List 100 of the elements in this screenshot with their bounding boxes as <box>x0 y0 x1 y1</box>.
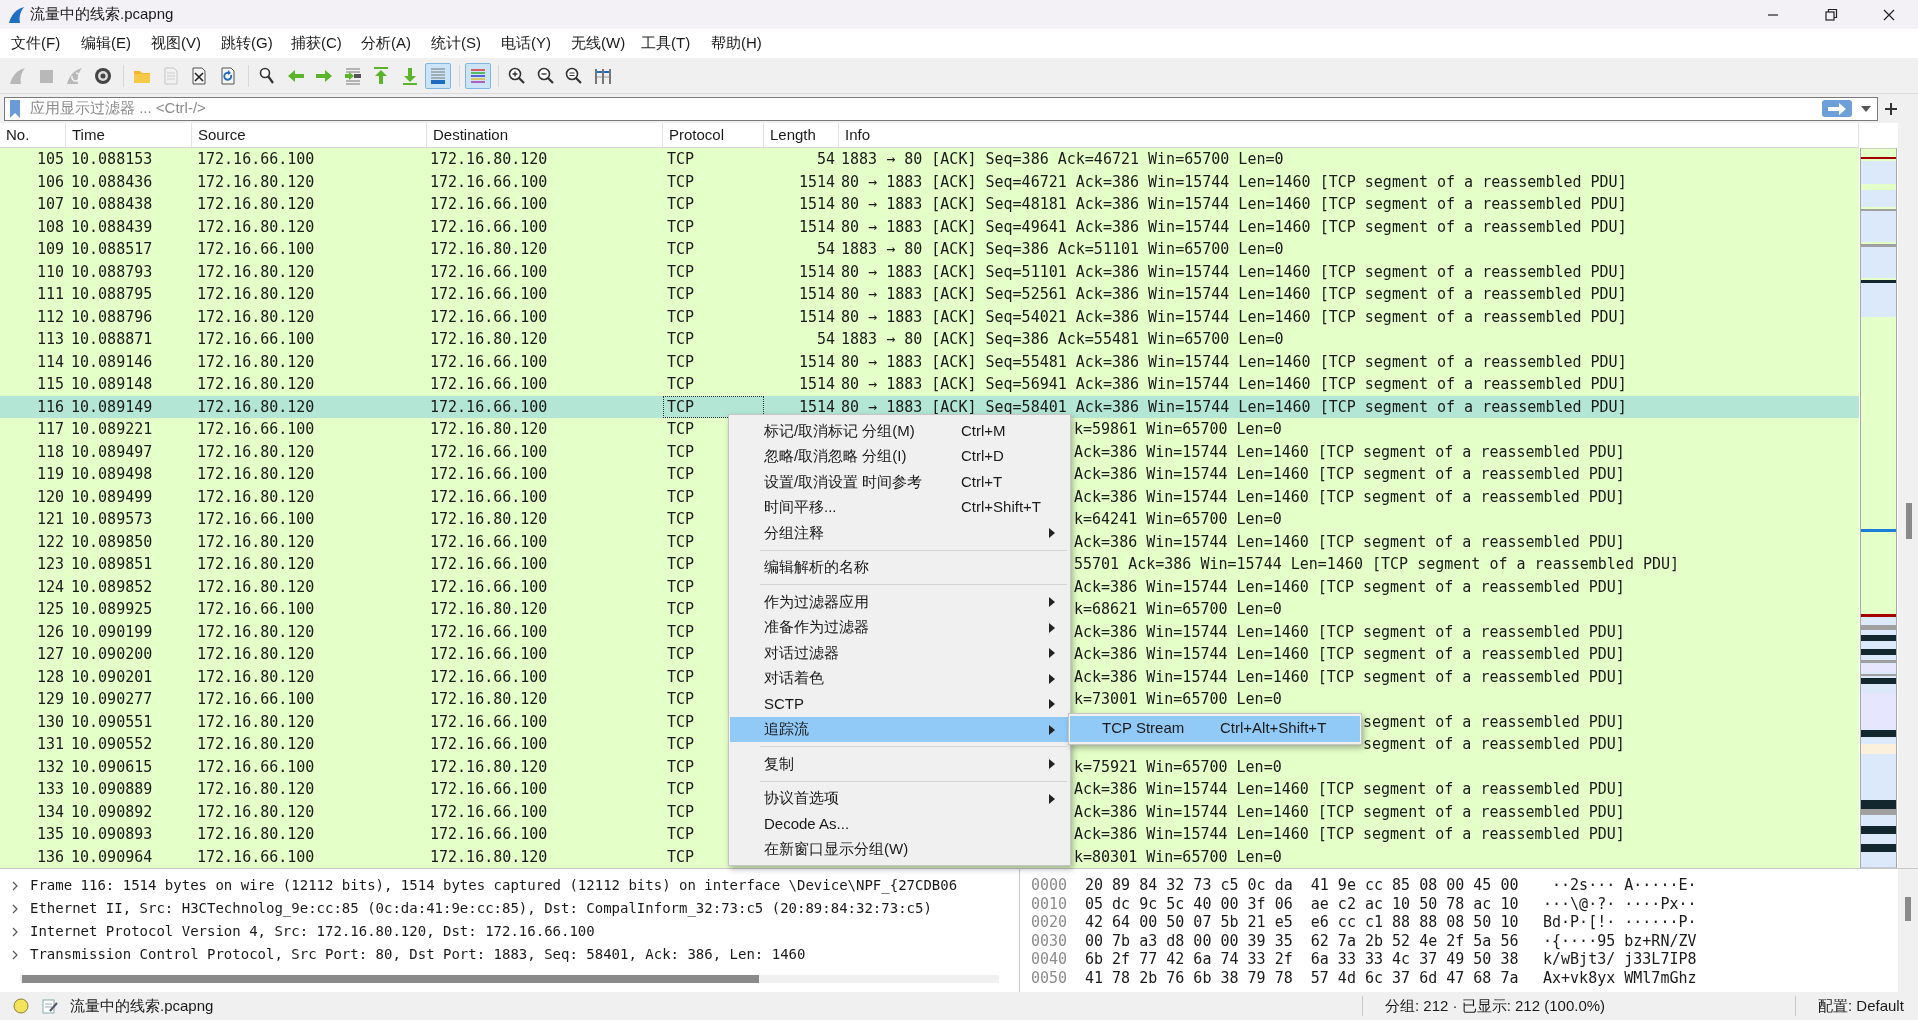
shortcut-label: Ctrl+M <box>961 420 1006 441</box>
shortcut-label: Ctrl+Alt+Shift+T <box>1220 718 1327 739</box>
table-cell-text: 10.090200 <box>70 644 154 665</box>
table-cell-text: 172.16.66.100 <box>429 531 549 553</box>
table-cell-text: 10.089573 <box>70 509 154 530</box>
table-cell-text: 114 <box>35 351 65 373</box>
table-cell-text: 172.16.66.100 <box>429 374 549 395</box>
table-cell-text: 10.088517 <box>70 239 154 260</box>
table-cell-text: 80 → 1883 [ACK] Seq=49641 Ack=386 Win=15744 Len=1460 [TCP segment of a reassembled PDU] <box>840 216 1628 238</box>
table-cell-text: 172.16.80.120 <box>196 711 316 733</box>
table-cell-text: 136 <box>35 846 65 868</box>
table-cell-text: 172.16.66.100 <box>429 351 549 373</box>
table-cell-text: 10.089499 <box>70 486 154 508</box>
table-cell-text: 172.16.80.120 <box>196 284 316 305</box>
hex-bytes: 20 89 84 32 73 c5 0c da 41 9e cc 85 08 00 45 00 <box>1085 876 1520 895</box>
table-cell-text: 110 <box>35 261 65 283</box>
table-cell-text: 172.16.66.100 <box>429 261 549 283</box>
table-cell-text: 1514 <box>797 194 836 215</box>
table-cell-text: 107 <box>35 194 65 215</box>
table-cell-text: 121 <box>35 509 65 530</box>
table-cell-text: 117 <box>35 419 65 440</box>
table-cell-text: 172.16.66.100 <box>429 779 549 800</box>
table-cell-text: TCP <box>666 374 696 395</box>
hex-bytes: 05 dc 9c 5c 40 00 3f 06 ae c2 ac 10 50 78 ac 10 <box>1085 894 1520 913</box>
table-cell-text: 172.16.80.120 <box>429 509 549 530</box>
table-cell-text: Ack=386 Win=15744 Len=1460 [TCP segment of a reassembled PDU] <box>1074 531 1626 553</box>
table-cell-text: 10.088795 <box>70 284 154 305</box>
table-cell-text: 55701 Ack=386 Win=15744 Len=1460 [TCP segment of a reassembled PDU] <box>1074 554 1681 575</box>
table-cell-text: 109 <box>35 239 65 260</box>
table-cell-text: Ack=386 Win=15744 Len=1460 [TCP segment of a reassembled PDU] <box>1074 576 1626 598</box>
table-cell-text: TCP <box>666 509 696 530</box>
table-cell-text: Ack=386 Win=15744 Len=1460 [TCP segment of a reassembled PDU] <box>1074 779 1626 800</box>
table-cell-text: 1514 <box>797 171 836 193</box>
table-cell-text: 1883 → 80 [ACK] Seq=386 Ack=51101 Win=65700 Len=0 <box>840 239 1285 260</box>
table-cell-text: 172.16.66.100 <box>429 554 549 575</box>
byte-offset: 0040 <box>1031 950 1069 969</box>
table-cell-text: 80 → 1883 [ACK] Seq=52561 Ack=386 Win=15744 Len=1460 [TCP segment of a reassembled PDU] <box>840 284 1628 305</box>
table-cell-text: 172.16.80.120 <box>429 329 549 350</box>
table-cell-text: 112 <box>35 306 65 328</box>
table-cell-text: 172.16.80.120 <box>196 644 316 665</box>
table-cell-text: 172.16.80.120 <box>196 216 316 238</box>
table-cell-text: 172.16.66.100 <box>196 149 316 170</box>
table-cell-text: TCP <box>666 689 696 710</box>
table-cell-text: 1514 <box>797 216 836 238</box>
table-cell-text: 10.090892 <box>70 801 154 823</box>
table-cell-text: 172.16.66.100 <box>196 846 316 868</box>
table-cell-text: TCP <box>666 441 696 463</box>
table-cell-text: 80 → 1883 [ACK] Seq=56941 Ack=386 Win=15744 Len=1460 [TCP segment of a reassembled PDU] <box>840 374 1628 395</box>
table-cell-text: 172.16.80.120 <box>196 824 316 845</box>
table-cell-text: TCP <box>666 239 696 260</box>
file-name: 流量中的线索.pcapng <box>70 995 214 1016</box>
table-cell-text: TCP <box>666 644 696 665</box>
table-cell-text: 131 <box>35 734 65 755</box>
table-cell-text: 10.090277 <box>70 689 154 710</box>
table-cell-text: TCP <box>666 599 696 620</box>
table-cell-text: 172.16.80.120 <box>196 554 316 575</box>
table-cell-text: 1514 <box>797 284 836 305</box>
table-cell-text: 10.089146 <box>70 351 154 373</box>
table-cell-text: 172.16.80.120 <box>429 239 549 260</box>
table-cell-text: 10.089852 <box>70 576 154 598</box>
table-cell-text: 10.089851 <box>70 554 154 575</box>
table-cell-text: TCP <box>666 329 696 350</box>
shortcut-label: Ctrl+T <box>961 471 1003 492</box>
table-cell-text: TCP <box>666 756 696 778</box>
table-cell-text: 10.089148 <box>70 374 154 395</box>
table-cell-text: 10.090964 <box>70 846 154 868</box>
table-cell-text: Ack=386 Win=15744 Len=1460 [TCP segment of a reassembled PDU] <box>1074 486 1626 508</box>
table-cell-text: 80 → 1883 [ACK] Seq=48181 Ack=386 Win=15744 Len=1460 [TCP segment of a reassembled PDU] <box>840 194 1628 215</box>
table-cell-text: k=59861 Win=65700 Len=0 <box>1074 419 1283 440</box>
table-cell-text: 80 → 1883 [ACK] Seq=58401 Ack=386 Win=15744 Len=1460 [TCP segment of a reassembled PDU] <box>840 396 1628 418</box>
table-cell-text: 172.16.80.120 <box>196 464 316 485</box>
table-cell-text: 172.16.80.120 <box>196 194 316 215</box>
table-cell-text: 10.088439 <box>70 216 154 238</box>
table-cell-text: 172.16.80.120 <box>196 621 316 643</box>
table-cell-text: TCP <box>666 194 696 215</box>
table-cell-text: segment of a reassembled PDU] <box>1363 711 1626 733</box>
table-cell-text: TCP <box>666 666 696 688</box>
table-cell-text: 105 <box>35 149 65 170</box>
table-cell-text: 10.090615 <box>70 756 154 778</box>
table-cell-text: TCP <box>666 149 696 170</box>
table-cell-text: Ack=386 Win=15744 Len=1460 [TCP segment of a reassembled PDU] <box>1074 666 1626 688</box>
table-cell-text: 172.16.80.120 <box>196 374 316 395</box>
byte-offset: 0020 <box>1031 913 1069 932</box>
window-title: 流量中的线索.pcapng <box>30 4 174 25</box>
table-cell-text: 1514 <box>797 306 836 328</box>
table-cell-text: 54 <box>815 329 836 350</box>
table-cell-text: 172.16.80.120 <box>429 419 549 440</box>
table-cell-text: TCP <box>666 711 696 733</box>
table-cell-text: TCP <box>666 306 696 328</box>
table-cell-text: 122 <box>35 531 65 553</box>
table-cell-text: 132 <box>35 756 65 778</box>
table-cell-text: 10.090199 <box>70 621 154 643</box>
table-cell-text: 172.16.66.100 <box>196 239 316 260</box>
table-cell-text: segment of a reassembled PDU] <box>1363 734 1626 755</box>
table-cell-text: 172.16.80.120 <box>196 441 316 463</box>
table-cell-text: 125 <box>35 599 65 620</box>
table-cell-text: 172.16.66.100 <box>429 734 549 755</box>
table-cell-text: TCP <box>666 351 696 373</box>
ascii-bytes: k/wBjt3/ j33L7IP8 <box>1543 950 1697 969</box>
table-cell-text: 172.16.66.100 <box>196 599 316 620</box>
